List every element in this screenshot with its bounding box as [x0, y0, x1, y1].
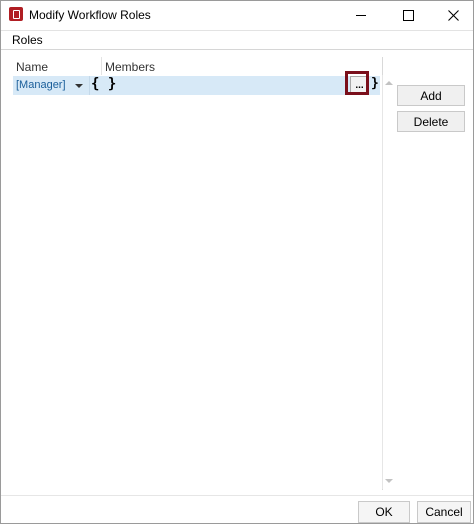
- footer-divider: [1, 495, 473, 496]
- roles-group-label: Roles: [12, 33, 43, 47]
- close-button[interactable]: [431, 1, 474, 29]
- maximize-button[interactable]: [386, 1, 430, 29]
- roles-grid: Name Members [Manager] { } ...: [9, 57, 383, 490]
- column-separator[interactable]: [101, 57, 102, 75]
- role-name-value: [Manager]: [16, 79, 66, 91]
- dialog-window: Modify Workflow Roles Roles Name Members…: [0, 0, 474, 524]
- ok-button[interactable]: OK: [358, 501, 410, 523]
- close-icon: [447, 9, 459, 21]
- vertical-scrollbar[interactable]: [382, 75, 396, 489]
- delete-button[interactable]: Delete: [397, 111, 465, 132]
- maximize-icon: [402, 9, 414, 21]
- minimize-button[interactable]: [339, 1, 383, 29]
- app-logo-icon: [9, 7, 23, 21]
- minimize-icon: [356, 14, 366, 16]
- scroll-down-icon[interactable]: [385, 479, 393, 483]
- window-title: Modify Workflow Roles: [29, 8, 151, 22]
- cancel-button[interactable]: Cancel: [417, 501, 471, 523]
- role-name-dropdown[interactable]: [Manager]: [13, 76, 90, 95]
- scroll-up-icon[interactable]: [385, 81, 393, 85]
- table-row[interactable]: [Manager] { } ...: [13, 76, 380, 95]
- title-bar: Modify Workflow Roles: [1, 1, 473, 29]
- browse-members-button[interactable]: ...: [350, 76, 369, 95]
- roles-group-header: Roles: [1, 30, 473, 50]
- closing-brace-text: }: [371, 76, 379, 91]
- expression-braces-icon[interactable]: { }: [91, 76, 116, 92]
- add-button[interactable]: Add: [397, 85, 465, 106]
- chevron-down-icon[interactable]: [75, 84, 83, 88]
